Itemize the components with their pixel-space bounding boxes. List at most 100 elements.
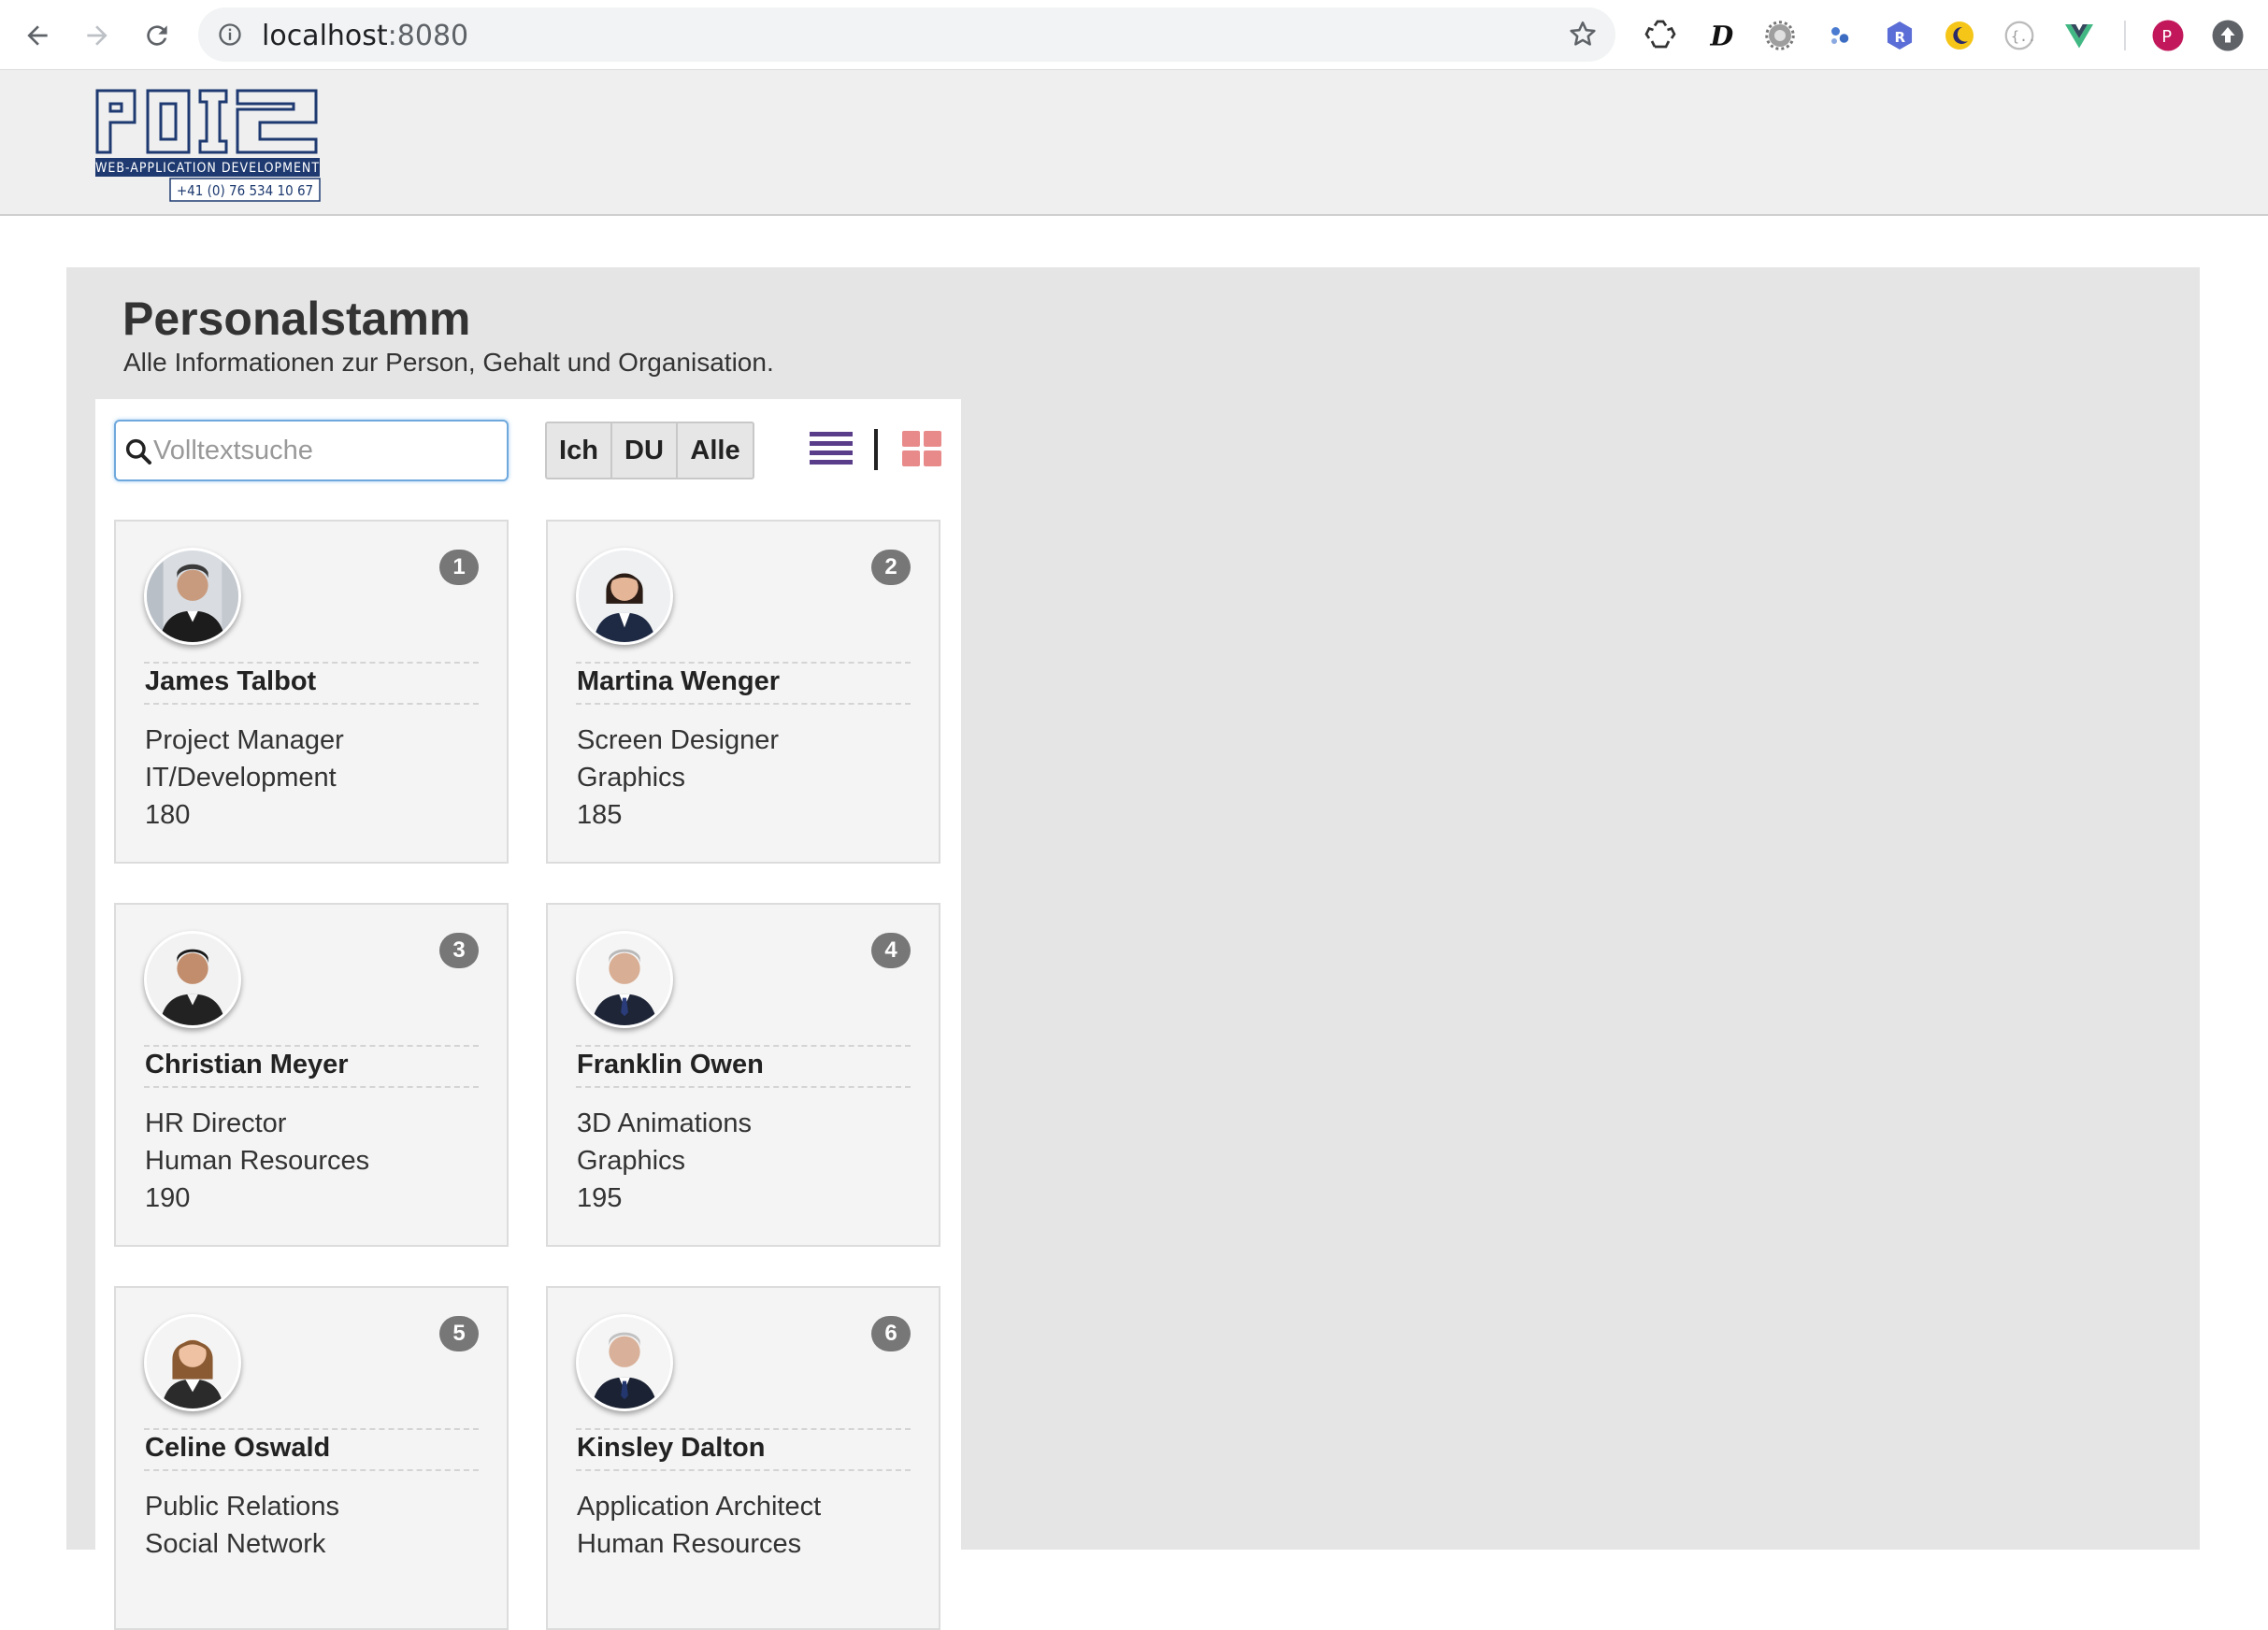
employee-name: Franklin Owen <box>577 1050 764 1080</box>
arrow-left-icon <box>27 25 48 46</box>
card-number-badge: 1 <box>439 550 479 585</box>
employee-role: 3D Animations <box>577 1108 752 1138</box>
employee-card[interactable]: 3 Christian Meyer HR Director Human Reso… <box>114 903 509 1247</box>
employee-card[interactable]: 1 James Talbot Project Manager IT/Develo… <box>114 520 509 864</box>
profile-avatar[interactable]: P <box>2149 17 2187 54</box>
employee-card[interactable]: 5 Celine Oswald Public Relations Social … <box>114 1286 509 1630</box>
arrow-right-icon <box>87 25 108 46</box>
divider <box>144 703 479 705</box>
filter-button-group: Ich DU Alle <box>545 422 754 479</box>
employee-department: Graphics <box>577 763 686 793</box>
employee-number: 185 <box>577 800 623 830</box>
employee-number: 190 <box>145 1183 191 1213</box>
woman-suit-avatar <box>576 548 673 645</box>
bookmark-star-icon[interactable] <box>1567 19 1599 50</box>
card-number-badge: 5 <box>439 1316 479 1351</box>
divider <box>576 1469 911 1471</box>
filter-ich-button[interactable]: Ich <box>547 423 612 478</box>
extension-r[interactable]: R <box>1881 17 1918 54</box>
url-text: localhost:8080 <box>262 20 469 52</box>
extension-braces[interactable]: {..} <box>2001 17 2038 54</box>
recycle-icon <box>1644 20 1676 49</box>
employee-name: James Talbot <box>145 666 317 696</box>
view-toggle-separator <box>874 429 878 470</box>
employee-role: Project Manager <box>145 725 344 755</box>
employee-card[interactable]: 4 Franklin Owen 3D Animations Graphics 1… <box>546 903 940 1247</box>
svg-text:R: R <box>1894 29 1905 46</box>
back-button[interactable] <box>17 15 58 56</box>
profile-icon: P <box>2152 20 2184 51</box>
gear-icon <box>1765 21 1795 50</box>
employee-role: HR Director <box>145 1108 287 1138</box>
extension-gear[interactable] <box>1761 17 1799 54</box>
search-field[interactable] <box>114 420 509 481</box>
reload-button[interactable] <box>136 15 178 56</box>
dots-icon <box>1831 27 1849 44</box>
employee-role: Public Relations <box>145 1492 339 1522</box>
divider <box>576 703 911 705</box>
card-number-badge: 2 <box>871 550 911 585</box>
divider <box>144 1086 479 1088</box>
arrow-up-circle-icon <box>2212 20 2244 51</box>
svg-text:P: P <box>2161 27 2172 47</box>
svg-text:D: D <box>1710 21 1734 52</box>
woman-avatar <box>144 1314 241 1411</box>
extension-recycle[interactable] <box>1642 17 1679 54</box>
grid-view-icon[interactable] <box>902 431 941 466</box>
extension-vue[interactable] <box>2060 17 2098 54</box>
employee-name: Celine Oswald <box>145 1433 331 1463</box>
card-number-badge: 3 <box>439 933 479 968</box>
employee-number: 180 <box>145 800 191 830</box>
divider <box>576 1045 911 1047</box>
svg-text:{..}: {..} <box>2011 28 2036 45</box>
hexagon-r-icon: R <box>1887 21 1913 50</box>
search-icon <box>125 438 151 465</box>
employee-department: Graphics <box>577 1146 686 1176</box>
employee-card[interactable]: 2 Martina Wenger Screen Designer Graphic… <box>546 520 940 864</box>
list-view-icon[interactable] <box>810 430 853 467</box>
extension-d[interactable]: D <box>1701 17 1739 54</box>
divider <box>576 1428 911 1430</box>
browser-toolbar: localhost:8080 D R {..} P <box>0 0 2268 70</box>
forward-button[interactable] <box>77 15 118 56</box>
employee-role: Application Architect <box>577 1492 822 1522</box>
toolbar-separator <box>2124 21 2126 50</box>
reload-icon <box>147 25 167 46</box>
employee-role: Screen Designer <box>577 725 779 755</box>
divider <box>144 662 479 664</box>
search-input[interactable] <box>153 431 499 470</box>
divider <box>144 1469 479 1471</box>
employee-department: Human Resources <box>577 1529 802 1559</box>
filter-alle-button[interactable]: Alle <box>678 423 753 478</box>
employee-name: Martina Wenger <box>577 666 781 696</box>
update-button[interactable] <box>2209 17 2246 54</box>
svg-text:+41 (0) 76 534 10 67: +41 (0) 76 534 10 67 <box>177 182 313 199</box>
d-letter-icon: D <box>1710 21 1734 52</box>
man-suit-avatar <box>144 931 241 1028</box>
company-logo[interactable]: WEB-APPLICATION DEVELOPMENT +41 (0) 76 5… <box>93 85 322 205</box>
info-icon[interactable] <box>217 21 243 48</box>
app-header: WEB-APPLICATION DEVELOPMENT +41 (0) 76 5… <box>0 70 2268 216</box>
extension-moon[interactable] <box>1941 17 1978 54</box>
divider <box>576 1086 911 1088</box>
main-panel: Personalstamm Alle Informationen zur Per… <box>66 267 2200 1630</box>
svg-text:WEB-APPLICATION DEVELOPMENT: WEB-APPLICATION DEVELOPMENT <box>95 161 320 176</box>
employee-department: Human Resources <box>145 1146 370 1176</box>
extension-dots[interactable] <box>1821 17 1859 54</box>
page-title: Personalstamm <box>122 293 471 345</box>
vue-icon <box>2065 24 2093 49</box>
grey-hair-man-avatar <box>576 1314 673 1411</box>
address-bar[interactable]: localhost:8080 <box>198 7 1615 62</box>
employee-card[interactable]: 6 Kinsley Dalton Application Architect H… <box>546 1286 940 1630</box>
filter-du-button[interactable]: DU <box>612 423 678 478</box>
grey-hair-man-avatar <box>576 931 673 1028</box>
moon-icon <box>1945 21 1974 50</box>
employee-department: IT/Development <box>145 763 337 793</box>
man-suit-avatar <box>144 548 241 645</box>
divider <box>144 1428 479 1430</box>
employee-list-area: Ich DU Alle 1 James Talbot Project <box>95 399 961 1630</box>
employee-number: 195 <box>577 1183 623 1213</box>
divider <box>144 1045 479 1047</box>
employee-department: Social Network <box>145 1529 326 1559</box>
card-number-badge: 6 <box>871 1316 911 1351</box>
